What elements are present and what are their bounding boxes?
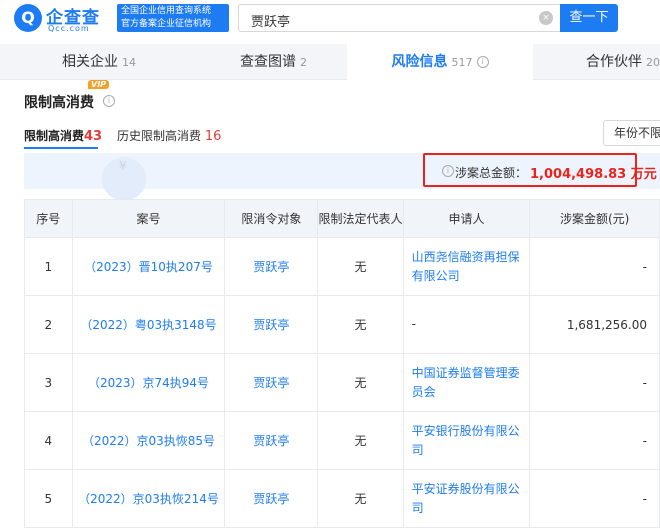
applicant-line-1[interactable]: 平安证券股份有限公 [412, 482, 520, 496]
cell-amount: - [529, 411, 660, 470]
col-header-case: 案号 [71, 199, 226, 238]
applicant-line-1[interactable]: 中国证券监督管理委 [412, 366, 520, 380]
qcc-logo-icon[interactable]: Q [14, 4, 42, 32]
table-row: 2 （2022）粤03执3148号 贾跃亭 无 - 1,681,256.00 [24, 295, 660, 354]
target-link[interactable]: 贾跃亭 [224, 237, 319, 296]
table-row: 1 （2023）晋10执207号 贾跃亭 无 山西尧信融资再担保 有限公司 - [24, 237, 660, 296]
applicant-link[interactable]: 山西尧信融资再担保 有限公司 [402, 237, 531, 296]
clear-icon[interactable]: × [539, 11, 553, 25]
cell-no: 3 [24, 353, 73, 412]
cell-rep: 无 [317, 411, 404, 470]
info-icon[interactable]: i [476, 56, 489, 68]
col-header-rep: 限制法定代表人 [317, 199, 404, 238]
table-row: 3 （2023）京74执94号 贾跃亭 无 中国证券监督管理委 员会 - [24, 353, 660, 412]
cell-amount: - [529, 353, 660, 412]
subtab-count: 16 [204, 129, 222, 144]
target-link[interactable]: 贾跃亭 [224, 295, 319, 354]
slogan-badge: 全国企业信用查询系统 官方备案企业征信机构 [117, 4, 229, 32]
info-icon[interactable]: i [442, 165, 454, 177]
target-link[interactable]: 贾跃亭 [224, 411, 319, 470]
table-row: 5 （2022）京03执恢214号 贾跃亭 无 平安证券股份有限公司 - [24, 469, 660, 528]
case-link[interactable]: （2023）晋10执207号 [71, 237, 226, 296]
subtab-count: 43 [84, 129, 103, 144]
cell-no: 5 [24, 469, 73, 528]
tab-label: 相关企业 [62, 54, 118, 70]
vip-badge: VIP [88, 80, 110, 89]
active-subtab-indicator [24, 147, 98, 149]
cell-no: 4 [24, 411, 73, 470]
tab-partners[interactable]: 合作伙伴 20 [586, 44, 660, 80]
restriction-table: 序号 案号 限消令对象 限制法定代表人 申请人 涉案金额(元) 1 （2023）… [24, 199, 660, 528]
applicant-link[interactable]: 中国证券监督管理委 员会 [402, 353, 531, 412]
search-button[interactable]: 查一下 [560, 4, 618, 32]
tab-label: 风险信息 [391, 54, 448, 70]
applicant-line-2[interactable]: 司 [412, 443, 424, 457]
case-link[interactable]: （2023）京74执94号 [71, 353, 226, 412]
applicant-line-2[interactable]: 员会 [412, 385, 436, 399]
cell-rep: 无 [317, 237, 404, 296]
tab-graph[interactable]: 查查图谱 2 [240, 44, 307, 80]
tab-count: 20 [646, 56, 660, 69]
tab-related-companies[interactable]: 相关企业 14 [62, 44, 136, 80]
applicant-line-1: - [411, 317, 416, 331]
col-header-no: 序号 [24, 199, 73, 238]
col-header-target: 限消令对象 [224, 199, 319, 238]
subtab-label: 历史限制高消费 [117, 129, 202, 143]
summary-amount: 1,004,498.83 万元 [530, 167, 657, 182]
target-link[interactable]: 贾跃亭 [224, 353, 319, 412]
cell-no: 2 [24, 295, 73, 354]
main-tab-bar: 相关企业 14 查查图谱 2 风险信息 517 i 合作伙伴 20 [0, 44, 660, 80]
cell-rep: 无 [317, 469, 404, 528]
year-filter-dropdown[interactable]: 年份不限 [603, 120, 660, 146]
table-row: 4 （2022）京03执恢85号 贾跃亭 无 平安银行股份有限公司 - [24, 411, 660, 470]
tab-count: 517 [451, 56, 473, 69]
applicant-cell: - [402, 295, 531, 354]
applicant-line-2[interactable]: 有限公司 [412, 269, 460, 283]
col-header-amount: 涉案金额(元) [529, 199, 660, 238]
cell-rep: 无 [317, 295, 404, 354]
case-link[interactable]: （2022）京03执恢214号 [71, 469, 226, 528]
search-input-value[interactable]: 贾跃亭 [251, 11, 290, 30]
cell-amount: - [529, 469, 660, 528]
applicant-link[interactable]: 平安证券股份有限公司 [402, 469, 531, 528]
cell-amount: 1,681,256.00 [529, 295, 660, 354]
slogan-line-2: 官方备案企业征信机构 [121, 19, 212, 29]
section-title: 限制高消费 [24, 95, 94, 111]
cell-amount: - [529, 237, 660, 296]
table-header-row: 序号 案号 限消令对象 限制法定代表人 申请人 涉案金额(元) [24, 199, 660, 238]
site-header: Q 企查查 Qcc.com 全国企业信用查询系统 官方备案企业征信机构 贾跃亭 … [0, 0, 660, 38]
subtab-label: 限制高消费 [24, 129, 85, 143]
watermark-yen-icon: ¥ [119, 159, 127, 173]
tab-count: 2 [300, 56, 307, 69]
subtab-current-restriction[interactable]: 限制高消费43 [24, 127, 102, 144]
logo-subtext: Qcc.com [48, 24, 90, 33]
case-link[interactable]: （2022）京03执恢85号 [71, 411, 226, 470]
slogan-line-1: 全国企业信用查询系统 [121, 6, 212, 16]
search-input[interactable]: 贾跃亭 × [238, 4, 562, 32]
cell-rep: 无 [317, 353, 404, 412]
case-link[interactable]: （2022）粤03执3148号 [71, 295, 226, 354]
cell-no: 1 [24, 237, 73, 296]
tab-count: 14 [122, 56, 136, 69]
tab-label: 合作伙伴 [586, 54, 642, 70]
tab-risk-info[interactable]: 风险信息 517 i [347, 44, 533, 80]
summary-label: 涉案总金额： [455, 166, 528, 180]
tab-label: 查查图谱 [240, 54, 296, 70]
applicant-line-1[interactable]: 山西尧信融资再担保 [412, 250, 520, 264]
target-link[interactable]: 贾跃亭 [224, 469, 319, 528]
applicant-line-2[interactable]: 司 [412, 501, 424, 515]
applicant-line-1[interactable]: 平安银行股份有限公 [412, 424, 520, 438]
col-header-applicant: 申请人 [402, 199, 531, 238]
applicant-link[interactable]: 平安银行股份有限公司 [402, 411, 531, 470]
subtab-history-restriction[interactable]: 历史限制高消费 16 [117, 127, 221, 144]
info-icon[interactable]: i [103, 95, 115, 107]
